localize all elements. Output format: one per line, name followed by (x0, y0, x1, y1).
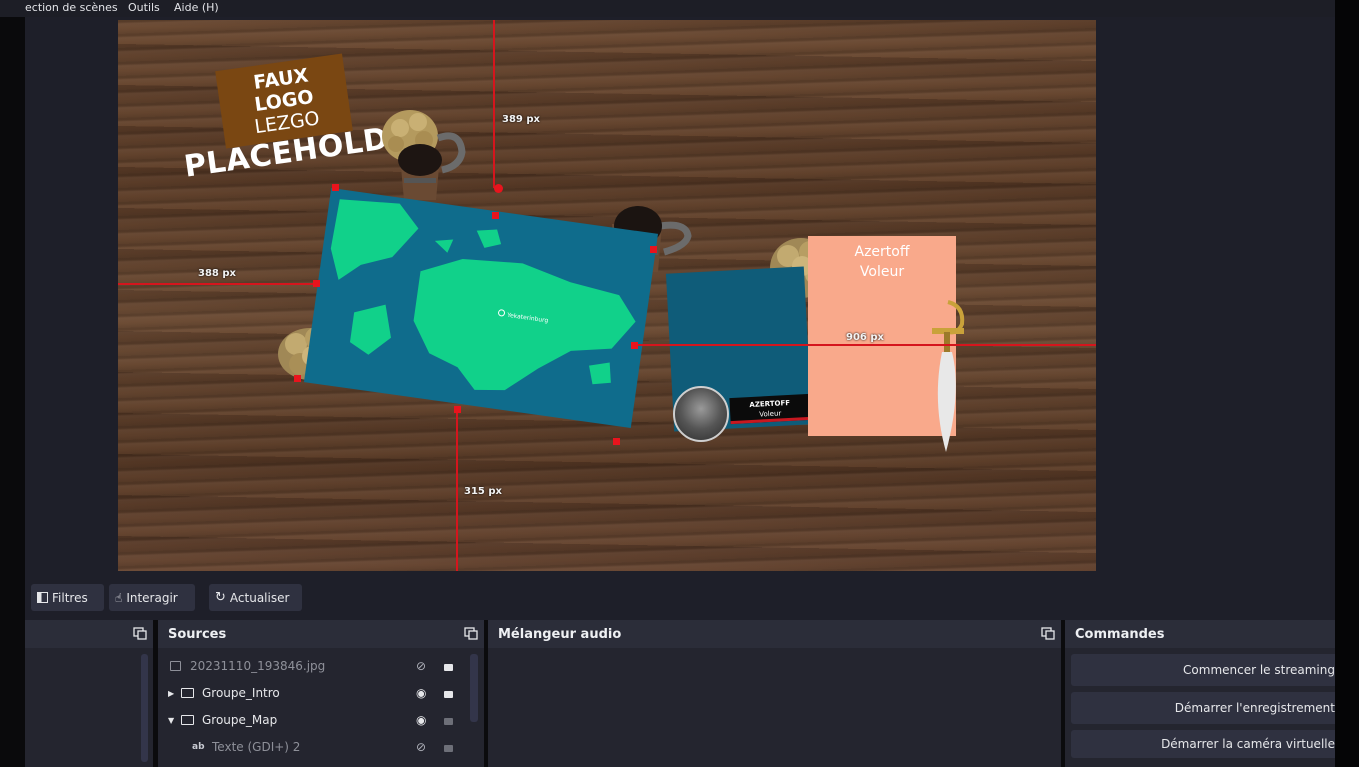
guide-line-left (118, 283, 316, 285)
source-item[interactable]: ▶ Groupe_Intro ◉ (168, 680, 458, 706)
guide-line-bottom (456, 410, 458, 571)
unlock-icon[interactable] (444, 718, 453, 725)
context-toolbar: Filtres ☝ Interagir ↻ Actualiser (25, 575, 1335, 620)
undock-icon[interactable] (1041, 627, 1055, 640)
audio-mixer-title: Mélangeur audio (498, 627, 622, 642)
mug-icon[interactable] (380, 108, 470, 208)
sources-dock: Sources 20231110_193846.jpg ⊘ ▶ Groupe_I… (158, 620, 484, 767)
expand-arrow-icon[interactable]: ▶ (168, 689, 174, 698)
commands-dock: Commandes Commencer le streaming Démarre… (1065, 620, 1335, 767)
source-name: Groupe_Intro (202, 686, 280, 700)
folder-icon (181, 688, 194, 698)
guide-label-right: 906 px (846, 332, 884, 343)
hand-pointer-icon: ☝ (115, 590, 123, 605)
scenes-dock (25, 620, 153, 767)
interact-label: Interagir (126, 590, 178, 605)
start-recording-button[interactable]: Démarrer l'enregistrement (1071, 692, 1335, 724)
collapse-arrow-icon[interactable]: ▼ (168, 716, 174, 725)
lock-icon[interactable] (444, 664, 453, 671)
refresh-label: Actualiser (229, 590, 290, 605)
sources-scrollbar[interactable] (470, 654, 478, 722)
text-icon: ab (192, 742, 205, 752)
eye-hidden-icon[interactable]: ⊘ (416, 659, 426, 673)
guide-label-top: 389 px (502, 114, 540, 125)
start-virtual-camera-button[interactable]: Démarrer la caméra virtuelle (1071, 730, 1335, 758)
selection-handle[interactable] (294, 375, 301, 382)
refresh-button[interactable]: ↻ Actualiser (209, 584, 302, 611)
guide-label-bottom: 315 px (464, 486, 502, 497)
source-item[interactable]: ▼ Groupe_Map ◉ (168, 707, 458, 733)
source-item[interactable]: 20231110_193846.jpg ⊘ (168, 653, 458, 679)
guide-line-right (634, 344, 1096, 346)
commands-title: Commandes (1075, 627, 1165, 642)
filters-icon (37, 592, 48, 603)
card-title: Azertoff (854, 244, 910, 260)
undock-icon[interactable] (133, 627, 147, 640)
source-name: Groupe_Map (202, 713, 278, 727)
source-name: Texte (GDI+) 2 (212, 740, 301, 754)
selection-handle[interactable] (613, 438, 620, 445)
guide-line-top (493, 20, 495, 188)
source-name: 20231110_193846.jpg (190, 659, 326, 673)
menu-bar: ection de scènes Outils Aide (H) (0, 0, 1335, 17)
scene-preview[interactable]: FAUX LOGO LEZGO PLACEHOLDE Yekaterinburg… (118, 20, 1096, 571)
start-streaming-button[interactable]: Commencer le streaming (1071, 654, 1335, 686)
card-subtitle: Voleur (859, 264, 905, 280)
unlock-icon[interactable] (444, 745, 453, 752)
filters-button[interactable]: Filtres (31, 584, 104, 611)
commands-header: Commandes (1065, 620, 1335, 648)
scenes-dock-header (25, 620, 153, 648)
menu-help[interactable]: Aide (H) (174, 1, 219, 14)
selection-handle[interactable] (650, 246, 657, 253)
rotation-handle[interactable] (494, 184, 503, 193)
sources-dock-header: Sources (158, 620, 484, 648)
character-banner: AZERTOFF Voleur (729, 393, 811, 425)
menu-scene-collection[interactable]: ection de scènes (25, 1, 118, 14)
world-map[interactable]: Yekaterinburg (303, 187, 659, 429)
eye-hidden-icon[interactable]: ⊘ (416, 740, 426, 754)
audio-mixer-header: Mélangeur audio (488, 620, 1061, 648)
window-edge-right (1335, 0, 1359, 767)
menu-tools[interactable]: Outils (128, 1, 160, 14)
sword-icon[interactable] (918, 298, 978, 454)
lock-icon[interactable] (444, 691, 453, 698)
selection-handle[interactable] (332, 184, 339, 191)
guide-label-left: 388 px (198, 268, 236, 279)
selection-handle[interactable] (454, 406, 461, 413)
filters-label: Filtres (52, 590, 88, 605)
selection-handle[interactable] (492, 212, 499, 219)
folder-icon (181, 715, 194, 725)
eye-icon[interactable]: ◉ (416, 686, 426, 700)
selection-handle[interactable] (631, 342, 638, 349)
source-item[interactable]: ab Texte (GDI+) 2 ⊘ (168, 734, 458, 760)
selection-handle[interactable] (313, 280, 320, 287)
undock-icon[interactable] (464, 627, 478, 640)
eye-icon[interactable]: ◉ (416, 713, 426, 727)
audio-mixer-dock: Mélangeur audio (488, 620, 1061, 767)
sources-title: Sources (168, 627, 227, 642)
refresh-icon: ↻ (215, 590, 226, 605)
image-icon (170, 661, 181, 671)
character-avatar[interactable] (673, 386, 729, 442)
scenes-scrollbar[interactable] (141, 654, 148, 762)
window-edge-left (0, 17, 25, 767)
interact-button[interactable]: ☝ Interagir (109, 584, 195, 611)
